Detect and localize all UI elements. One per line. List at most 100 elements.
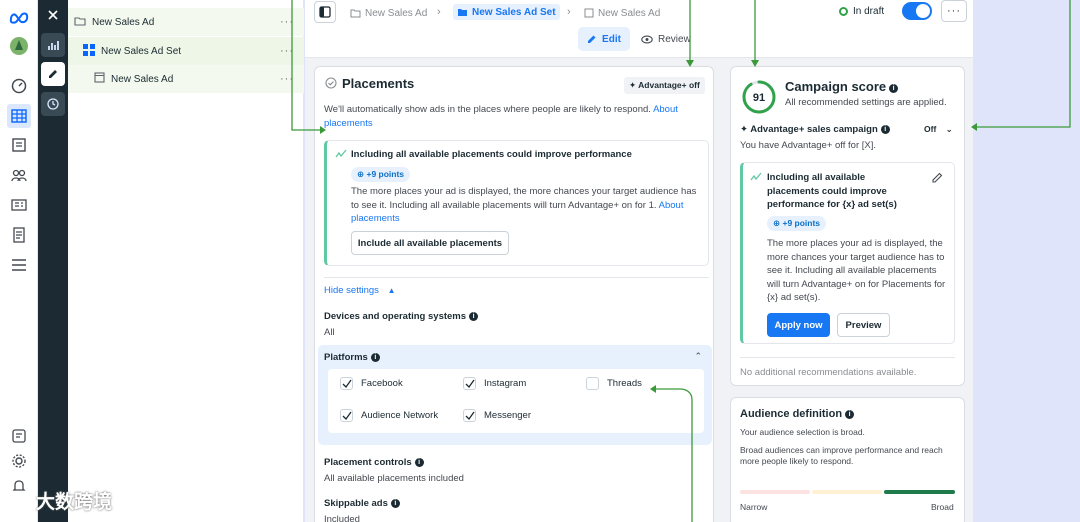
apply-now-button[interactable]: Apply now: [767, 313, 830, 337]
info-icon[interactable]: i: [469, 312, 479, 321]
charts-icon[interactable]: [41, 33, 65, 57]
campaign-score-title: Campaign score i: [785, 79, 899, 94]
breadcrumb-adset[interactable]: New Sales Ad Set: [453, 4, 560, 20]
breadcrumb-separator: ›: [437, 6, 441, 18]
skippable-ads-label-text: Skippable ads: [324, 498, 388, 509]
info-icon[interactable]: i: [370, 353, 380, 362]
platforms-section: Platformsi ⌃ Facebook Instagram Threads: [318, 345, 712, 445]
checkbox-checked-icon: [340, 409, 353, 422]
chevron-down-icon: ⌄: [945, 124, 953, 134]
points-label: +9 points: [782, 218, 821, 228]
publish-toggle[interactable]: [902, 2, 932, 20]
devices-value: All: [324, 327, 335, 338]
advantage-badge: ✦ Advantage+ off: [624, 77, 705, 94]
platform-checkbox-messenger[interactable]: Messenger: [463, 409, 531, 422]
platform-checkbox-instagram[interactable]: Instagram: [463, 377, 526, 390]
tab-edit[interactable]: Edit: [578, 27, 630, 51]
platform-checkbox-facebook[interactable]: Facebook: [340, 377, 403, 390]
left-nav-rail: [0, 0, 38, 522]
breadcrumb-campaign[interactable]: New Sales Ad: [350, 6, 427, 20]
tree-item-adset[interactable]: New Sales Ad Set ···: [68, 37, 304, 65]
tree-item-label: New Sales Ad: [92, 16, 155, 28]
audiences-people-icon[interactable]: [9, 165, 29, 185]
tree-item-label: New Sales Ad: [111, 73, 174, 85]
edit-pencil-icon: [588, 35, 596, 43]
edit-pencil-icon[interactable]: [41, 62, 65, 86]
folder-icon: [74, 16, 86, 29]
history-clock-icon[interactable]: [41, 92, 65, 116]
more-options-icon[interactable]: ···: [280, 16, 294, 28]
more-options-icon[interactable]: ···: [280, 73, 294, 85]
pages-icon[interactable]: [9, 135, 29, 155]
edit-pencil-icon[interactable]: [932, 172, 943, 186]
trend-icon: [335, 149, 347, 162]
skippable-ads-label: Skippable ads i: [324, 497, 400, 511]
devices-label-text: Devices and operating systems: [324, 311, 467, 322]
campaign-score-column: 91 Campaign score i All recommended setti…: [722, 58, 973, 522]
include-all-placements-button[interactable]: Include all available placements: [351, 231, 509, 255]
tree-item-ad[interactable]: New Sales Ad ···: [68, 65, 304, 93]
folder-icon: [458, 8, 467, 16]
ad-page-icon: [94, 72, 105, 86]
broad-label: Broad: [931, 502, 954, 512]
tip-body-text: The more places your ad is displayed, th…: [351, 186, 697, 211]
platform-label: Facebook: [361, 378, 403, 389]
more-options-icon[interactable]: ···: [280, 45, 294, 57]
advantage-sales-label: ✦ Advantage+ sales campaign i: [740, 123, 890, 137]
hide-settings-link[interactable]: Hide settings ▲: [324, 284, 395, 298]
checkbox-unchecked-icon: [586, 377, 599, 390]
info-icon[interactable]: i: [845, 410, 855, 419]
caret-up-icon: ▲: [387, 286, 396, 295]
no-more-recommendations: No additional recommendations available.: [740, 367, 917, 378]
platform-checkbox-audience-network[interactable]: Audience Network: [340, 409, 438, 422]
trend-icon: [750, 172, 762, 185]
breadcrumb-ad[interactable]: New Sales Ad: [584, 6, 660, 20]
adset-grid-icon: [83, 43, 95, 59]
placements-card: Placements ✦ Advantage+ off We'll automa…: [314, 66, 714, 522]
tab-label: Review: [658, 33, 691, 45]
chevron-up-icon[interactable]: ⌃: [694, 351, 702, 362]
campaign-tree-panel: New Sales Ad ··· New Sales Ad Set ··· Ne…: [68, 0, 304, 522]
folder-icon: [350, 9, 361, 17]
divider: [740, 357, 955, 358]
campaign-score-subtitle: All recommended settings are applied.: [785, 97, 947, 108]
tab-label: Edit: [602, 33, 621, 45]
info-icon[interactable]: i: [390, 499, 400, 508]
advantage-sales-dropdown[interactable]: Off ⌄: [924, 123, 953, 137]
checkbox-checked-icon: [340, 377, 353, 390]
account-avatar-icon[interactable]: [9, 36, 29, 56]
campaign-score-title-text: Campaign score: [785, 79, 887, 94]
notes-icon[interactable]: [9, 426, 29, 446]
info-icon[interactable]: i: [880, 125, 890, 134]
tree-item-campaign[interactable]: New Sales Ad ···: [68, 8, 304, 36]
breadcrumb-separator: ›: [567, 6, 571, 18]
info-icon[interactable]: i: [414, 458, 424, 467]
editor-header: New Sales Ad › New Sales Ad Set › New Sa…: [305, 0, 973, 58]
main-form-area: Placements ✦ Advantage+ off We'll automa…: [305, 58, 722, 522]
tab-review[interactable]: Review: [641, 27, 691, 51]
settings-gear-icon[interactable]: [9, 451, 29, 471]
menu-hamburger-icon[interactable]: [9, 255, 29, 275]
points-label: +9 points: [366, 169, 405, 179]
sparkle-icon: ✦: [629, 80, 637, 90]
billing-icon[interactable]: [9, 225, 29, 245]
placements-intro: We'll automatically show ads in the plac…: [324, 103, 709, 130]
placement-controls-label-text: Placement controls: [324, 457, 412, 468]
points-badge: ⊕ +9 points: [351, 167, 411, 182]
tip-title: Including all available placements could…: [351, 149, 632, 160]
placements-title: Placements: [342, 76, 415, 91]
platform-checkbox-threads[interactable]: Threads: [586, 377, 642, 390]
info-icon[interactable]: i: [889, 84, 899, 93]
more-options-button[interactable]: ···: [941, 0, 967, 22]
audience-title-text: Audience definition: [740, 408, 843, 420]
platforms-label: Platforms i: [324, 351, 380, 365]
reports-icon[interactable]: [9, 195, 29, 215]
meta-logo-icon[interactable]: [9, 7, 29, 27]
ads-manager-table-icon[interactable]: [7, 104, 31, 128]
close-icon[interactable]: [41, 3, 65, 27]
platform-label: Threads: [607, 378, 642, 389]
dashboard-gauge-icon[interactable]: [9, 76, 29, 96]
tip-title: Including all available placements could…: [767, 172, 897, 210]
toggle-panel-button[interactable]: [314, 1, 336, 23]
preview-button[interactable]: Preview: [837, 313, 890, 337]
